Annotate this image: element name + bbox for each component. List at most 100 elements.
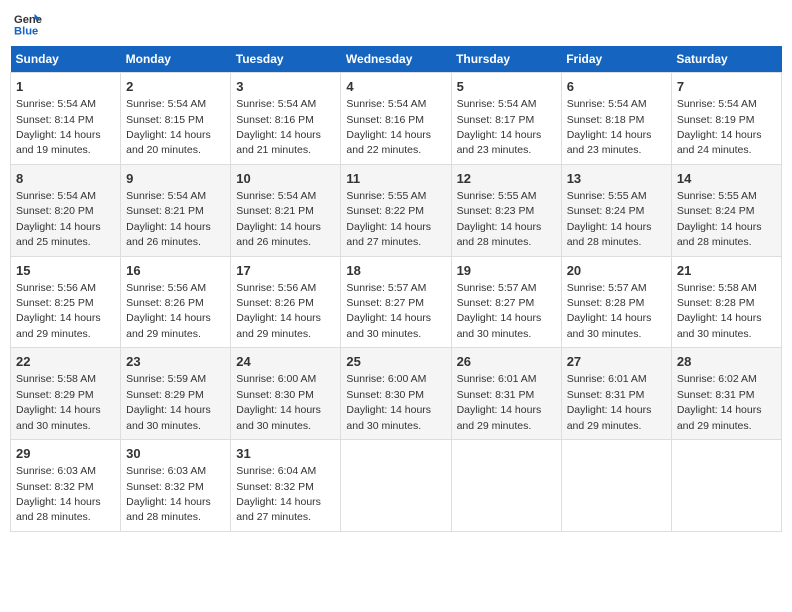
daylight-info: Daylight: 14 hours and 30 minutes.	[457, 312, 542, 339]
day-number: 10	[236, 170, 335, 188]
sunrise-info: Sunrise: 6:02 AM	[677, 373, 757, 385]
calendar-cell: 21Sunrise: 5:58 AMSunset: 8:28 PMDayligh…	[671, 256, 781, 348]
sunset-info: Sunset: 8:16 PM	[346, 114, 424, 126]
calendar-cell: 20Sunrise: 5:57 AMSunset: 8:28 PMDayligh…	[561, 256, 671, 348]
calendar-cell: 8Sunrise: 5:54 AMSunset: 8:20 PMDaylight…	[11, 164, 121, 256]
sunset-info: Sunset: 8:21 PM	[236, 205, 314, 217]
calendar-cell	[451, 440, 561, 532]
sunrise-info: Sunrise: 5:58 AM	[16, 373, 96, 385]
sunrise-info: Sunrise: 5:56 AM	[126, 282, 206, 294]
daylight-info: Daylight: 14 hours and 30 minutes.	[346, 404, 431, 431]
sunset-info: Sunset: 8:31 PM	[677, 389, 755, 401]
calendar-cell: 12Sunrise: 5:55 AMSunset: 8:23 PMDayligh…	[451, 164, 561, 256]
calendar-cell: 16Sunrise: 5:56 AMSunset: 8:26 PMDayligh…	[121, 256, 231, 348]
day-number: 16	[126, 262, 225, 280]
weekday-header-monday: Monday	[121, 46, 231, 73]
sunrise-info: Sunrise: 6:03 AM	[16, 465, 96, 477]
sunset-info: Sunset: 8:24 PM	[677, 205, 755, 217]
day-number: 8	[16, 170, 115, 188]
daylight-info: Daylight: 14 hours and 30 minutes.	[236, 404, 321, 431]
calendar-week-row: 15Sunrise: 5:56 AMSunset: 8:25 PMDayligh…	[11, 256, 782, 348]
sunset-info: Sunset: 8:27 PM	[457, 297, 535, 309]
daylight-info: Daylight: 14 hours and 22 minutes.	[346, 129, 431, 156]
sunrise-info: Sunrise: 5:56 AM	[16, 282, 96, 294]
day-number: 7	[677, 78, 776, 96]
daylight-info: Daylight: 14 hours and 29 minutes.	[457, 404, 542, 431]
daylight-info: Daylight: 14 hours and 30 minutes.	[677, 312, 762, 339]
day-number: 31	[236, 445, 335, 463]
calendar-table: SundayMondayTuesdayWednesdayThursdayFrid…	[10, 46, 782, 532]
sunrise-info: Sunrise: 6:03 AM	[126, 465, 206, 477]
sunrise-info: Sunrise: 5:57 AM	[346, 282, 426, 294]
calendar-cell: 29 Sunrise: 6:03 AM Sunset: 8:32 PM Dayligh…	[11, 440, 121, 532]
sunrise-info: Sunrise: 5:54 AM	[126, 98, 206, 110]
day-number: 26	[457, 353, 556, 371]
sunrise-info: Sunrise: 5:54 AM	[16, 190, 96, 202]
sunset-info: Sunset: 8:16 PM	[236, 114, 314, 126]
day-number: 23	[126, 353, 225, 371]
day-number: 27	[567, 353, 666, 371]
sunrise-info: Sunrise: 5:59 AM	[126, 373, 206, 385]
day-number: 17	[236, 262, 335, 280]
calendar-cell: 26Sunrise: 6:01 AMSunset: 8:31 PMDayligh…	[451, 348, 561, 440]
sunrise-info: Sunrise: 5:54 AM	[126, 190, 206, 202]
sunrise-info: Sunrise: 5:55 AM	[457, 190, 537, 202]
day-number: 24	[236, 353, 335, 371]
day-number: 6	[567, 78, 666, 96]
day-number: 9	[126, 170, 225, 188]
calendar-cell: 22Sunrise: 5:58 AMSunset: 8:29 PMDayligh…	[11, 348, 121, 440]
sunset-info: Sunset: 8:19 PM	[677, 114, 755, 126]
calendar-week-row: 8Sunrise: 5:54 AMSunset: 8:20 PMDaylight…	[11, 164, 782, 256]
daylight-info: Daylight: 14 hours and 29 minutes.	[16, 312, 101, 339]
day-number: 21	[677, 262, 776, 280]
calendar-cell: 9 Sunrise: 5:54 AM Sunset: 8:21 PM Daylight…	[121, 164, 231, 256]
daylight-info: Daylight: 14 hours and 29 minutes.	[677, 404, 762, 431]
day-number: 29	[16, 445, 115, 463]
daylight-info: Daylight: 14 hours and 30 minutes.	[126, 404, 211, 431]
daylight-info: Daylight: 14 hours and 28 minutes.	[16, 496, 101, 523]
sunset-info: Sunset: 8:23 PM	[457, 205, 535, 217]
sunset-info: Sunset: 8:17 PM	[457, 114, 535, 126]
daylight-info: Daylight: 14 hours and 25 minutes.	[16, 221, 101, 248]
daylight-info: Daylight: 14 hours and 28 minutes.	[457, 221, 542, 248]
sunset-info: Sunset: 8:32 PM	[126, 481, 204, 493]
sunset-info: Sunset: 8:32 PM	[16, 481, 94, 493]
daylight-info: Daylight: 14 hours and 23 minutes.	[457, 129, 542, 156]
sunset-info: Sunset: 8:30 PM	[346, 389, 424, 401]
calendar-cell: 7Sunrise: 5:54 AMSunset: 8:19 PMDaylight…	[671, 73, 781, 165]
sunrise-info: Sunrise: 5:54 AM	[567, 98, 647, 110]
sunset-info: Sunset: 8:30 PM	[236, 389, 314, 401]
daylight-info: Daylight: 14 hours and 28 minutes.	[567, 221, 652, 248]
calendar-cell	[561, 440, 671, 532]
daylight-info: Daylight: 14 hours and 27 minutes.	[346, 221, 431, 248]
day-number: 19	[457, 262, 556, 280]
calendar-week-row: 29 Sunrise: 6:03 AM Sunset: 8:32 PM Dayligh…	[11, 440, 782, 532]
daylight-info: Daylight: 14 hours and 20 minutes.	[126, 129, 211, 156]
calendar-cell: 13Sunrise: 5:55 AMSunset: 8:24 PMDayligh…	[561, 164, 671, 256]
calendar-cell: 1Sunrise: 5:54 AMSunset: 8:14 PMDaylight…	[11, 73, 121, 165]
sunset-info: Sunset: 8:21 PM	[126, 205, 204, 217]
weekday-header-wednesday: Wednesday	[341, 46, 451, 73]
sunrise-info: Sunrise: 5:54 AM	[236, 190, 316, 202]
calendar-cell	[671, 440, 781, 532]
calendar-cell: 30Sunrise: 6:03 AMSunset: 8:32 PMDayligh…	[121, 440, 231, 532]
day-number: 11	[346, 170, 445, 188]
daylight-info: Daylight: 14 hours and 29 minutes.	[236, 312, 321, 339]
daylight-info: Daylight: 14 hours and 26 minutes.	[126, 221, 211, 248]
sunset-info: Sunset: 8:25 PM	[16, 297, 94, 309]
weekday-header-thursday: Thursday	[451, 46, 561, 73]
sunrise-info: Sunrise: 5:55 AM	[677, 190, 757, 202]
sunrise-info: Sunrise: 6:01 AM	[567, 373, 647, 385]
sunset-info: Sunset: 8:28 PM	[567, 297, 645, 309]
sunset-info: Sunset: 8:27 PM	[346, 297, 424, 309]
calendar-cell: 14Sunrise: 5:55 AMSunset: 8:24 PMDayligh…	[671, 164, 781, 256]
sunset-info: Sunset: 8:31 PM	[457, 389, 535, 401]
sunrise-info: Sunrise: 5:54 AM	[677, 98, 757, 110]
daylight-info: Daylight: 14 hours and 30 minutes.	[16, 404, 101, 431]
day-number: 25	[346, 353, 445, 371]
day-number: 1	[16, 78, 115, 96]
calendar-cell	[341, 440, 451, 532]
logo-icon: General Blue	[14, 10, 42, 38]
calendar-cell: 10Sunrise: 5:54 AMSunset: 8:21 PMDayligh…	[231, 164, 341, 256]
calendar-cell: 25Sunrise: 6:00 AMSunset: 8:30 PMDayligh…	[341, 348, 451, 440]
